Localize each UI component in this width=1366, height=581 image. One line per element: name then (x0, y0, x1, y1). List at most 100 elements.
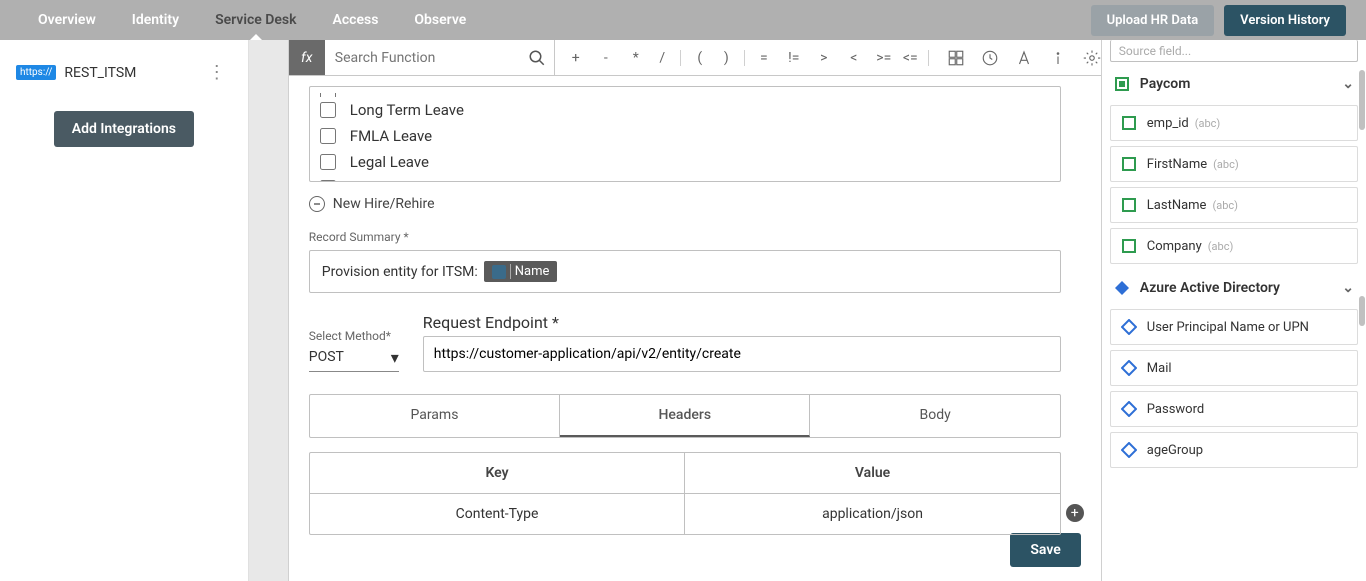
paycom-icon (1121, 238, 1137, 254)
op-mult[interactable]: * (621, 50, 651, 66)
op-lte[interactable]: <= (899, 50, 929, 66)
checkbox-security[interactable] (320, 180, 336, 182)
tab-headers[interactable]: Headers (560, 395, 810, 437)
field-type: (abc) (1195, 117, 1221, 130)
azure-icon (1121, 401, 1137, 417)
chevron-down-icon[interactable]: ⌄ (1342, 280, 1354, 296)
sidebar: https:// REST_ITSM ⋮ Add Integrations (0, 40, 249, 581)
add-integrations-button[interactable]: Add Integrations (54, 111, 194, 147)
op-div[interactable]: / (651, 50, 681, 66)
field-agegroup[interactable]: ageGroup (1110, 432, 1358, 468)
cell-key[interactable]: Content-Type (310, 494, 686, 534)
azure-icon (1121, 360, 1137, 376)
op-minus[interactable]: - (591, 50, 621, 66)
op-lparen[interactable]: ( (685, 50, 715, 66)
field-company[interactable]: Company(abc) (1110, 228, 1358, 264)
paycom-icon (1114, 76, 1130, 92)
add-row-button[interactable]: + (1066, 504, 1084, 522)
op-lt[interactable]: < (839, 50, 869, 66)
field-mail[interactable]: Mail (1110, 350, 1358, 386)
field-type: (abc) (1213, 158, 1239, 171)
scrollbar-thumb[interactable] (1359, 70, 1365, 130)
chevron-down-icon[interactable]: ⌄ (1342, 76, 1354, 92)
section-label: Paycom (1140, 76, 1191, 92)
endpoint-input[interactable] (423, 336, 1061, 372)
info-icon[interactable] (1049, 49, 1067, 67)
clock-icon[interactable] (981, 49, 999, 67)
new-hire-row[interactable]: New Hire/Rehire (309, 196, 1061, 212)
field-label: User Principal Name or UPN (1147, 320, 1309, 335)
checkbox-fmla[interactable] (320, 128, 336, 144)
checkbox-long-term[interactable] (320, 102, 336, 118)
sidebar-item-rest-itsm[interactable]: https:// REST_ITSM ⋮ (10, 54, 238, 91)
cell-value[interactable]: application/json (685, 494, 1060, 534)
section-paycom[interactable]: Paycom ⌄ (1110, 68, 1358, 100)
chip-icon (492, 265, 506, 279)
tab-body[interactable]: Body (810, 395, 1059, 437)
checkbox-legal[interactable] (320, 154, 336, 170)
field-firstname[interactable]: FirstName(abc) (1110, 146, 1358, 182)
version-history-button[interactable]: Version History (1224, 5, 1346, 36)
field-upn[interactable]: User Principal Name or UPN (1110, 309, 1358, 345)
tab-params[interactable]: Params (310, 395, 560, 437)
op-neq[interactable]: != (779, 50, 809, 66)
upload-hr-button[interactable]: Upload HR Data (1091, 5, 1215, 36)
method-label: Select Method* (309, 329, 399, 343)
form-area: Long Term Leave FMLA Leave Legal Leave S… (249, 76, 1101, 555)
tab-observe[interactable]: Observe (396, 0, 484, 40)
field-label: Mail (1147, 361, 1172, 376)
op-eq[interactable]: = (749, 50, 779, 66)
source-panel: Source field... Paycom ⌄ emp_id(abc) Fir… (1101, 40, 1366, 581)
operator-group: + - * / ( ) = != > < >= <= (561, 50, 933, 66)
name-chip[interactable]: Name (484, 261, 558, 282)
scrollbar-thumb[interactable] (1359, 296, 1365, 326)
tab-overview[interactable]: Overview (20, 0, 114, 40)
section-azure[interactable]: Azure Active Directory ⌄ (1110, 272, 1358, 304)
field-lastname[interactable]: LastName (abc) (1110, 187, 1358, 223)
search-icon[interactable] (528, 49, 546, 67)
check-label: Long Term Leave (350, 101, 464, 119)
check-label: Legal Leave (350, 153, 429, 171)
check-label: Security and Discipline Leave (350, 179, 544, 182)
collapse-icon[interactable] (309, 196, 325, 212)
summary-prefix: Provision entity for ITSM: (322, 264, 478, 280)
field-type: (abc) (1212, 199, 1238, 212)
record-summary-input[interactable]: Provision entity for ITSM: Name (309, 250, 1061, 293)
request-tabs: Params Headers Body (309, 394, 1061, 438)
field-label: ageGroup (1147, 443, 1203, 458)
leave-checklist[interactable]: Long Term Leave FMLA Leave Legal Leave S… (309, 86, 1061, 182)
kebab-icon[interactable]: ⋮ (202, 62, 232, 83)
chevron-down-icon[interactable]: ▾ (391, 348, 399, 367)
endpoint-label: Request Endpoint * (423, 313, 1061, 332)
text-icon[interactable] (1015, 49, 1033, 67)
grid-icon[interactable] (947, 49, 965, 67)
op-plus[interactable]: + (561, 50, 591, 66)
tab-identity[interactable]: Identity (114, 0, 197, 40)
source-search-input[interactable]: Source field... (1110, 40, 1358, 62)
settings-icon[interactable] (1083, 49, 1101, 67)
method-select[interactable]: POST (309, 343, 399, 372)
checkbox-hidden[interactable] (320, 93, 336, 97)
col-value: Value (685, 453, 1060, 494)
new-hire-label: New Hire/Rehire (333, 196, 435, 212)
headers-table: Key Value Content-Type application/json … (309, 452, 1061, 535)
tab-service-desk[interactable]: Service Desk (197, 0, 314, 40)
op-rparen[interactable]: ) (715, 50, 745, 66)
paycom-icon (1121, 156, 1137, 172)
field-emp-id[interactable]: emp_id(abc) (1110, 105, 1358, 141)
azure-icon (1121, 442, 1137, 458)
azure-icon (1114, 280, 1130, 296)
tab-access[interactable]: Access (315, 0, 397, 40)
content: fx + - * / ( ) = != > < >= <= (249, 40, 1101, 581)
field-label: LastName (1147, 198, 1207, 213)
check-label: FMLA Leave (350, 127, 432, 145)
op-gte[interactable]: >= (869, 50, 899, 66)
field-label: Company (1147, 239, 1202, 254)
table-row[interactable]: Content-Type application/json (310, 494, 1060, 534)
search-function-input[interactable] (325, 42, 554, 74)
paycom-icon (1121, 197, 1137, 213)
op-gt[interactable]: > (809, 50, 839, 66)
chip-label: Name (510, 264, 550, 279)
section-label: Azure Active Directory (1140, 280, 1280, 296)
field-password[interactable]: Password (1110, 391, 1358, 427)
